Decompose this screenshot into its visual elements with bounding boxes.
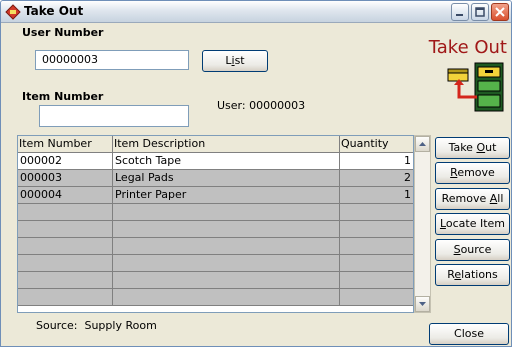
remove-all-label-pre: Remove — [441, 192, 490, 205]
cell-quantity[interactable]: 1 — [340, 153, 413, 169]
close-icon — [495, 7, 505, 17]
minimize-button[interactable] — [451, 3, 469, 21]
table-row[interactable]: 000004 Printer Paper 1 — [18, 187, 413, 204]
list-button[interactable]: List — [202, 50, 268, 72]
take-out-window: Take Out User Number 00000003 List Item … — [0, 0, 512, 347]
relations-button[interactable]: Relations — [435, 264, 510, 286]
cell-quantity[interactable] — [340, 289, 413, 305]
scroll-up-button[interactable] — [415, 136, 430, 152]
minimize-icon — [456, 14, 463, 16]
take-out-label-accel: O — [476, 141, 486, 154]
close-window-button[interactable] — [491, 3, 509, 21]
remove-all-button[interactable]: Remove All — [435, 188, 510, 210]
cell-item-number[interactable]: 000002 — [18, 153, 113, 169]
cell-item-description[interactable] — [113, 221, 340, 237]
table-row-empty[interactable] — [18, 255, 413, 272]
relations-label-post: lations — [461, 268, 498, 281]
cell-item-number[interactable] — [18, 289, 113, 305]
maximize-icon — [475, 7, 485, 17]
item-number-field[interactable] — [39, 105, 189, 127]
take-out-label-pre: Take — [448, 141, 477, 154]
table-row-empty[interactable] — [18, 272, 413, 289]
scroll-up-icon — [419, 142, 426, 146]
close-button[interactable]: Close — [429, 323, 509, 345]
header-title: Take Out — [428, 37, 507, 58]
source-label-accel: S — [453, 243, 461, 256]
title-bar[interactable]: Take Out — [1, 1, 511, 23]
user-display: User: 00000003 — [217, 99, 306, 112]
locate-item-button[interactable]: Locate Item — [435, 213, 510, 235]
cell-item-number[interactable] — [18, 221, 113, 237]
take-out-label-post: ut — [485, 141, 497, 154]
table-header: Item Number Item Description Quantity — [18, 136, 413, 153]
scroll-down-button[interactable] — [415, 296, 430, 312]
source-status: Source: Supply Room — [36, 319, 157, 332]
user-number-label: User Number — [22, 26, 104, 39]
column-header-quantity[interactable]: Quantity — [340, 136, 413, 152]
cell-quantity[interactable] — [340, 272, 413, 288]
table-row-empty[interactable] — [18, 238, 413, 255]
remove-button[interactable]: Remove — [435, 162, 510, 184]
scroll-down-icon — [419, 302, 426, 306]
cell-item-number[interactable] — [18, 272, 113, 288]
cell-item-number[interactable]: 000004 — [18, 187, 113, 203]
cell-item-number[interactable] — [18, 238, 113, 254]
maximize-button[interactable] — [471, 3, 489, 21]
user-number-field[interactable]: 00000003 — [35, 50, 189, 70]
cell-item-number[interactable] — [18, 255, 113, 271]
cell-quantity[interactable]: 2 — [340, 170, 413, 186]
take-out-app-icon — [5, 4, 21, 20]
cell-item-description[interactable] — [113, 238, 340, 254]
locate-label-post: ocate Item — [445, 217, 506, 230]
cell-item-number[interactable]: 000003 — [18, 170, 113, 186]
cell-item-description[interactable]: Scotch Tape — [113, 153, 340, 169]
table-row-empty[interactable] — [18, 221, 413, 238]
cell-item-number[interactable] — [18, 204, 113, 220]
source-label-post: ource — [460, 243, 492, 256]
list-button-label-post: st — [234, 54, 245, 67]
cell-quantity[interactable] — [340, 204, 413, 220]
cell-item-description[interactable] — [113, 289, 340, 305]
cell-quantity[interactable] — [340, 238, 413, 254]
table-row-empty[interactable] — [18, 289, 413, 306]
table-row-empty[interactable] — [18, 204, 413, 221]
cell-item-description[interactable] — [113, 272, 340, 288]
window-title: Take Out — [24, 4, 84, 18]
cell-item-description[interactable] — [113, 255, 340, 271]
column-header-item-number[interactable]: Item Number — [18, 136, 113, 152]
remove-label-post: emove — [457, 166, 495, 179]
table-scrollbar[interactable] — [414, 135, 431, 313]
cell-quantity[interactable] — [340, 221, 413, 237]
items-table[interactable]: Item Number Item Description Quantity 00… — [17, 135, 414, 313]
cell-item-description[interactable]: Legal Pads — [113, 170, 340, 186]
cell-item-description[interactable]: Printer Paper — [113, 187, 340, 203]
column-header-item-description[interactable]: Item Description — [113, 136, 340, 152]
take-out-illustration-icon — [447, 62, 504, 112]
table-row[interactable]: 000003 Legal Pads 2 — [18, 170, 413, 187]
cell-quantity[interactable]: 1 — [340, 187, 413, 203]
cell-quantity[interactable] — [340, 255, 413, 271]
take-out-button[interactable]: Take Out — [435, 137, 510, 159]
cell-item-description[interactable] — [113, 204, 340, 220]
source-button[interactable]: Source — [435, 239, 510, 261]
remove-all-label-post: ll — [497, 192, 504, 205]
item-number-label: Item Number — [22, 90, 104, 103]
table-row[interactable]: 000002 Scotch Tape 1 — [18, 153, 413, 170]
